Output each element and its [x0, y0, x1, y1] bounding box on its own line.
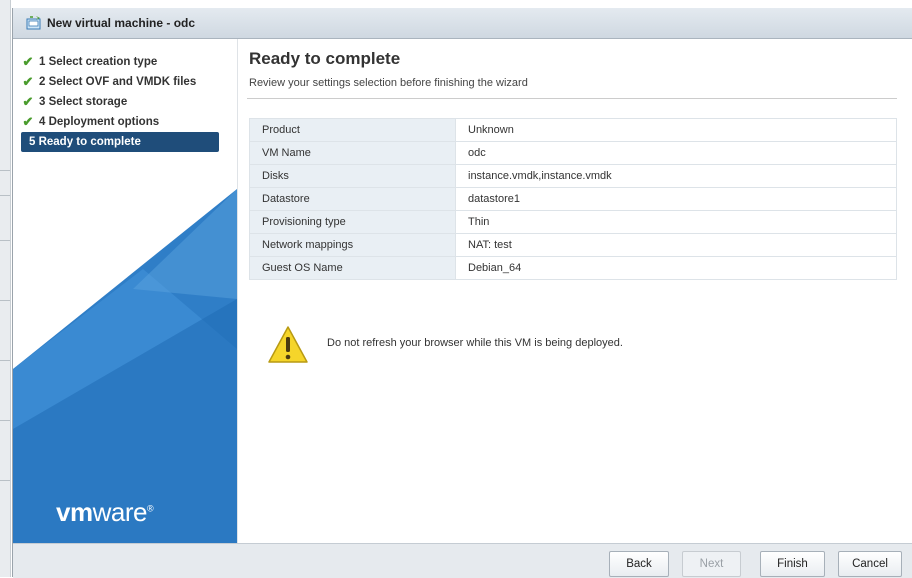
step-label: 5 Ready to complete: [29, 136, 141, 148]
table-row: VM Name odc: [249, 141, 897, 165]
deploy-warning: Do not refresh your browser while this V…: [267, 324, 623, 366]
check-icon: ✔: [22, 74, 34, 89]
step-select-creation-type[interactable]: ✔ 1 Select creation type: [21, 52, 221, 72]
row-value: Debian_64: [455, 256, 897, 280]
table-row: Product Unknown: [249, 118, 897, 142]
step-label: 1 Select creation type: [39, 56, 158, 68]
dialog-title: New virtual machine - odc: [47, 16, 196, 30]
table-row: Provisioning type Thin: [249, 210, 897, 234]
back-button[interactable]: Back: [609, 551, 669, 577]
step-deployment-options[interactable]: ✔ 4 Deployment options: [21, 112, 221, 132]
step-label: 3 Select storage: [39, 96, 128, 108]
row-key: Network mappings: [249, 233, 456, 257]
table-row: Disks instance.vmdk,instance.vmdk: [249, 164, 897, 188]
warning-message: Do not refresh your browser while this V…: [327, 337, 623, 349]
table-row: Network mappings NAT: test: [249, 233, 897, 257]
row-value: Unknown: [455, 118, 897, 142]
dialog-titlebar: New virtual machine - odc: [13, 8, 912, 39]
wizard-sidebar: ✔ 1 Select creation type ✔ 2 Select OVF …: [13, 39, 238, 543]
cancel-button[interactable]: Cancel: [838, 551, 902, 577]
row-value: odc: [455, 141, 897, 165]
finish-button[interactable]: Finish: [760, 551, 825, 577]
check-icon: ✔: [22, 114, 34, 129]
new-vm-dialog: New virtual machine - odc ✔ 1 Select cre…: [12, 8, 912, 578]
settings-summary-table: Product Unknown VM Name odc Disks instan…: [249, 118, 897, 280]
table-row: Guest OS Name Debian_64: [249, 256, 897, 280]
row-value: Thin: [455, 210, 897, 234]
wizard-steps: ✔ 1 Select creation type ✔ 2 Select OVF …: [21, 52, 221, 152]
row-value: NAT: test: [455, 233, 897, 257]
table-row: Datastore datastore1: [249, 187, 897, 211]
page-title: Ready to complete: [249, 49, 401, 68]
new-vm-icon: [26, 16, 41, 30]
row-value: instance.vmdk,instance.vmdk: [455, 164, 897, 188]
dialog-footer: Back Next Finish Cancel: [13, 543, 912, 578]
row-key: VM Name: [249, 141, 456, 165]
vmware-logo: vmware®: [56, 497, 154, 527]
row-key: Product: [249, 118, 456, 142]
row-value: datastore1: [455, 187, 897, 211]
step-select-storage[interactable]: ✔ 3 Select storage: [21, 92, 221, 112]
step-ready-to-complete[interactable]: 5 Ready to complete: [21, 132, 219, 152]
check-icon: ✔: [22, 54, 34, 69]
row-key: Disks: [249, 164, 456, 188]
step-select-ovf-vmdk[interactable]: ✔ 2 Select OVF and VMDK files: [21, 72, 221, 92]
row-key: Provisioning type: [249, 210, 456, 234]
warning-icon: [268, 326, 308, 363]
wizard-content: Ready to complete Review your settings s…: [247, 39, 907, 543]
divider: [247, 98, 897, 99]
row-key: Guest OS Name: [249, 256, 456, 280]
page-subtitle: Review your settings selection before fi…: [249, 77, 528, 89]
check-icon: ✔: [22, 94, 34, 109]
background-app-strip: [0, 0, 11, 577]
step-label: 4 Deployment options: [39, 116, 160, 128]
next-button[interactable]: Next: [682, 551, 741, 577]
step-label: 2 Select OVF and VMDK files: [39, 76, 197, 88]
row-key: Datastore: [249, 187, 456, 211]
